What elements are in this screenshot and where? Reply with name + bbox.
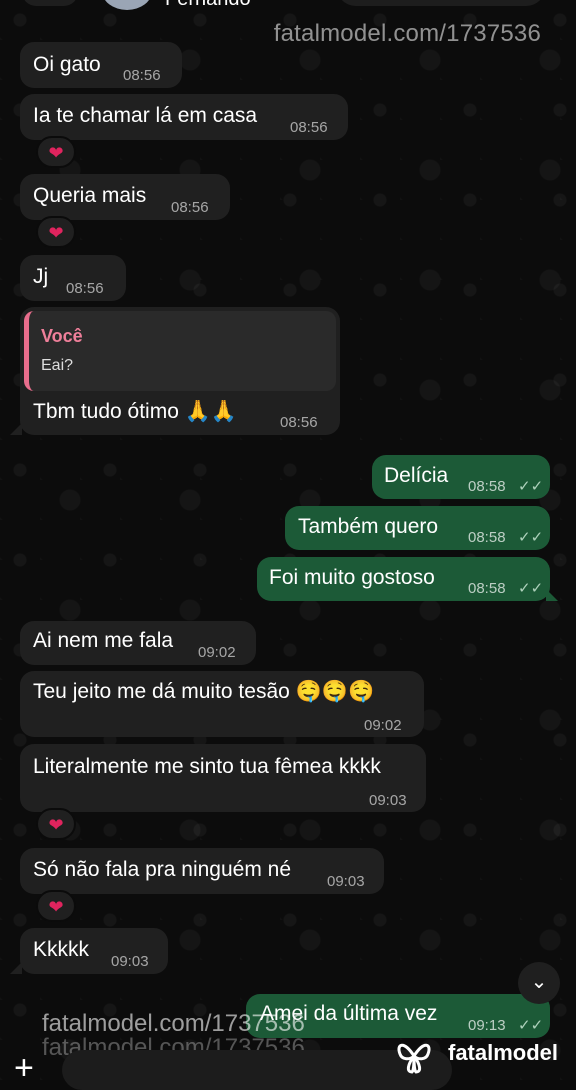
- quote-text: Eai?: [41, 357, 74, 374]
- message-bubble[interactable]: Queria mais 08:56: [20, 174, 230, 220]
- message-text: Teu jeito me dá muito tesão 🤤🤤🤤: [33, 680, 375, 703]
- read-receipt-icon: ✓✓: [518, 529, 544, 546]
- butterfly-logo-icon: [397, 1043, 431, 1074]
- heart-icon[interactable]: ❤: [36, 216, 76, 248]
- message-text: Delícia: [384, 464, 449, 487]
- message-time: 09:02: [198, 644, 236, 661]
- plus-icon[interactable]: +: [14, 1051, 34, 1085]
- message-time: 08:58: [468, 580, 506, 597]
- watermark-top: fatalmodel.com/1737536: [273, 20, 541, 47]
- message-text: Kkkkk: [33, 938, 90, 961]
- message-text: Foi muito gostoso: [269, 566, 435, 589]
- message-bubble[interactable]: Teu jeito me dá muito tesão 🤤🤤🤤 09:02: [20, 671, 424, 737]
- message-bubble[interactable]: Ai nem me fala 09:02: [20, 621, 256, 665]
- fatalmodel-logo: fatalmodel: [394, 1036, 570, 1076]
- message-bubble[interactable]: Kkkkk 09:03: [20, 928, 168, 974]
- message-time: 08:56: [290, 119, 328, 136]
- bubble-tail: [546, 589, 558, 601]
- quoted-message[interactable]: Você Eai?: [24, 311, 336, 391]
- message-time: 09:03: [111, 953, 149, 970]
- back-button[interactable]: <: [22, 0, 78, 6]
- avatar[interactable]: [102, 0, 152, 10]
- message-text: Ia te chamar lá em casa: [33, 104, 258, 127]
- message-time: 09:02: [364, 717, 402, 734]
- message-bubble-outgoing[interactable]: Foi muito gostoso 08:58 ✓✓: [257, 557, 550, 601]
- message-time: 09:03: [369, 792, 407, 809]
- heart-icon[interactable]: ❤: [36, 136, 76, 168]
- message-bubble-outgoing[interactable]: Também quero 08:58 ✓✓: [285, 506, 550, 550]
- message-bubble-reply[interactable]: Você Eai? Tbm tudo ótimo 🙏🙏 08:56: [20, 307, 340, 435]
- message-bubble[interactable]: Ia te chamar lá em casa 08:56: [20, 94, 348, 140]
- call-actions: [336, 0, 546, 6]
- message-text: Literalmente me sinto tua fêmea kkkk: [33, 755, 381, 778]
- chat-header: < Fernando: [0, 0, 576, 12]
- scroll-to-bottom-button[interactable]: ⌄: [518, 962, 560, 1004]
- chevron-down-icon: ⌄: [530, 971, 548, 993]
- message-bubble[interactable]: Oi gato 08:56: [20, 42, 182, 88]
- message-time: 08:56: [171, 199, 209, 216]
- quote-author: Você: [41, 326, 83, 346]
- message-text: Ai nem me fala: [33, 629, 174, 652]
- message-text: Tbm tudo ótimo 🙏🙏: [33, 400, 238, 423]
- logo-text: fatalmodel: [448, 1040, 559, 1065]
- heart-icon[interactable]: ❤: [36, 808, 76, 840]
- message-bubble[interactable]: Literalmente me sinto tua fêmea kkkk 09:…: [20, 744, 426, 812]
- message-bubble-outgoing[interactable]: Delícia 08:58 ✓✓: [372, 455, 550, 499]
- message-time: 08:56: [123, 67, 161, 84]
- message-bubble[interactable]: Só não fala pra ninguém né 09:03: [20, 848, 384, 894]
- heart-icon[interactable]: ❤: [36, 890, 76, 922]
- message-text: Oi gato: [33, 53, 101, 76]
- message-time: 08:56: [66, 280, 104, 297]
- chevron-left-icon: <: [34, 0, 47, 4]
- message-text: Também quero: [298, 515, 439, 538]
- message-bubble[interactable]: Jj 08:56: [20, 255, 126, 301]
- message-text: Só não fala pra ninguém né: [33, 858, 292, 881]
- contact-name[interactable]: Fernando: [165, 0, 251, 11]
- message-text: Queria mais: [33, 184, 147, 207]
- message-time: 09:03: [327, 873, 365, 890]
- message-time: 08:56: [280, 414, 318, 431]
- bubble-tail: [10, 423, 22, 435]
- read-receipt-icon: ✓✓: [518, 478, 544, 495]
- message-time: 08:58: [468, 478, 506, 495]
- read-receipt-icon: ✓✓: [518, 580, 544, 597]
- message-text: Jj: [33, 265, 49, 288]
- message-time: 08:58: [468, 529, 506, 546]
- bubble-tail: [10, 962, 22, 974]
